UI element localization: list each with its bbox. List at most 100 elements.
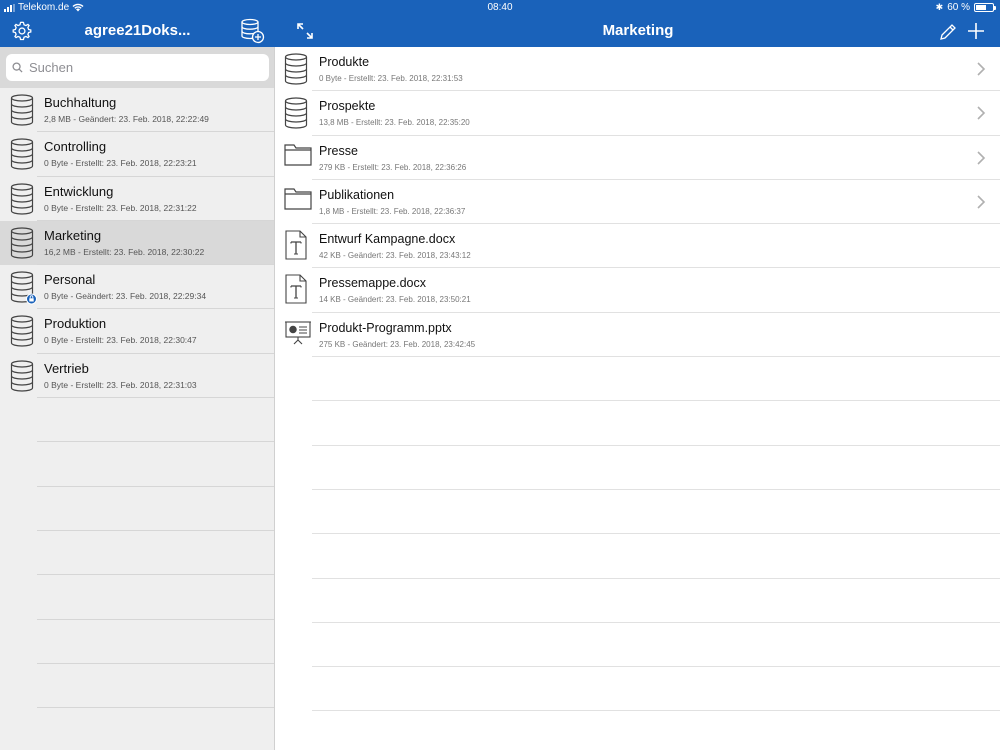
database-name: Controlling [44, 139, 107, 155]
battery-icon [974, 3, 996, 12]
add-database-button[interactable] [239, 18, 265, 44]
database-list: Buchhaltung 2,8 MB - Geändert: 23. Feb. 2… [0, 88, 274, 399]
plus-icon [968, 23, 984, 39]
item-name: Produkt-Programm.pptx [319, 320, 452, 335]
status-time: 08:40 [487, 2, 513, 13]
item-meta: 275 KB - Geändert: 23. Feb. 2018, 23:42:… [319, 339, 476, 349]
database-name: Buchhaltung [44, 95, 117, 110]
page-title: Marketing [602, 22, 674, 39]
edit-button[interactable] [938, 22, 958, 42]
empty-row [312, 534, 1000, 579]
item-meta: 279 KB - Erstellt: 23. Feb. 2018, 22:36:… [319, 162, 467, 172]
item-row[interactable]: Presse 279 KB - Erstellt: 23. Feb. 2018, … [284, 136, 1000, 180]
database-meta: 16,2 MB - Erstellt: 23. Feb. 2018, 22:30… [44, 246, 205, 257]
status-right: ✱ 60 % [935, 2, 996, 13]
bluetooth-icon: ✱ [935, 2, 944, 12]
empty-row [312, 446, 1000, 490]
database-meta: 0 Byte - Erstellt: 23. Feb. 2018, 22:31:… [44, 202, 197, 213]
database-meta: 0 Byte - Erstellt: 23. Feb. 2018, 22:31:… [44, 379, 197, 390]
empty-row [312, 579, 1000, 623]
item-name: Produkte [319, 55, 370, 69]
database-icon [10, 138, 34, 170]
database-row[interactable]: Personal 0 Byte - Geändert: 23. Feb. 2018… [0, 265, 274, 310]
database-icon [10, 360, 34, 392]
empty-row [312, 623, 1000, 668]
folder-icon [284, 186, 312, 218]
add-button[interactable] [966, 21, 986, 41]
item-row[interactable]: Produkte 0 Byte - Erstellt: 23. Feb. 2018… [284, 47, 1000, 92]
search-icon [12, 62, 23, 73]
empty-row [312, 667, 1000, 712]
empty-row [312, 490, 1000, 535]
item-row[interactable]: Entwurf Kampagne.docx 42 KB - Geändert: 2… [285, 224, 1000, 269]
text-document-icon [284, 274, 310, 306]
database-meta: 2,8 MB - Geändert: 23. Feb. 2018, 22:22:… [44, 114, 209, 124]
item-meta: 14 KB - Geändert: 23. Feb. 2018, 23:50:2… [319, 295, 471, 305]
database-icon [284, 97, 310, 129]
database-locked-icon [10, 271, 37, 305]
left-header-title: agree21Doks... [84, 22, 191, 39]
database-icon [10, 227, 34, 259]
item-meta: 42 KB - Geändert: 23. Feb. 2018, 23:43:1… [319, 251, 471, 261]
chevron-right-icon [976, 194, 986, 210]
database-name: Marketing [44, 227, 102, 243]
pencil-icon [940, 24, 956, 40]
database-icon [10, 182, 34, 215]
chevron-right-icon [976, 61, 986, 77]
database-icon [284, 53, 310, 85]
item-meta: 1,8 MB - Erstellt: 23. Feb. 2018, 22:36:… [319, 206, 466, 216]
empty-row [37, 487, 274, 531]
item-name: Prospekte [319, 99, 376, 114]
status-bar: Telekom.de 08:40 ✱ 60 % [0, 0, 1000, 14]
item-name: Entwurf Kampagne.docx [319, 232, 456, 247]
search-field[interactable] [6, 54, 269, 81]
database-row[interactable]: Marketing 16,2 MB - Erstellt: 23. Feb. 20… [0, 220, 274, 266]
settings-button[interactable] [10, 19, 34, 43]
top-bar: Telekom.de 08:40 ✱ 60 % agree21Doks... M… [0, 0, 1000, 47]
empty-row [37, 575, 274, 620]
item-row[interactable]: Publikationen 1,8 MB - Erstellt: 23. Feb.… [284, 180, 1000, 225]
item-list-empty-rows [276, 357, 1000, 712]
database-sidebar: Buchhaltung 2,8 MB - Geändert: 23. Feb. 2… [0, 47, 275, 750]
gear-icon [12, 21, 32, 41]
empty-row [37, 620, 274, 664]
database-icon [10, 94, 34, 126]
chevron-right-icon [976, 105, 986, 121]
database-meta: 0 Byte - Geändert: 23. Feb. 2018, 22:29:… [44, 291, 207, 302]
database-row[interactable]: Entwicklung 0 Byte - Erstellt: 23. Feb. 2… [0, 177, 274, 222]
empty-row [37, 442, 274, 487]
item-row[interactable]: Prospekte 13,8 MB - Erstellt: 23. Feb. 20… [284, 91, 1000, 136]
database-row[interactable]: Produktion 0 Byte - Erstellt: 23. Feb. 20… [0, 309, 274, 355]
item-name: Presse [319, 143, 358, 158]
text-document-icon [284, 230, 310, 262]
database-name: Entwicklung [44, 183, 114, 199]
battery-percent: 60 % [947, 2, 970, 13]
database-row[interactable]: Controlling 0 Byte - Erstellt: 23. Feb. 2… [0, 132, 274, 177]
item-list: Produkte 0 Byte - Erstellt: 23. Feb. 2018… [276, 47, 1000, 358]
search-bar [0, 47, 274, 88]
database-icon [10, 315, 34, 348]
empty-row [37, 531, 274, 576]
item-meta: 0 Byte - Erstellt: 23. Feb. 2018, 22:31:… [319, 74, 463, 83]
empty-row [37, 664, 274, 709]
database-meta: 0 Byte - Erstellt: 23. Feb. 2018, 22:30:… [44, 335, 197, 346]
battery-fill [976, 5, 986, 10]
database-row[interactable]: Buchhaltung 2,8 MB - Geändert: 23. Feb. 2… [0, 88, 274, 133]
item-name: Publikationen [319, 187, 395, 202]
database-meta: 0 Byte - Erstellt: 23. Feb. 2018, 22:23:… [44, 158, 197, 169]
database-name: Produktion [44, 316, 107, 332]
item-row[interactable]: Produkt-Programm.pptx 275 KB - Geändert: … [285, 313, 1000, 358]
presentation-icon [284, 319, 311, 351]
item-meta: 13,8 MB - Erstellt: 23. Feb. 2018, 22:35… [319, 118, 470, 128]
chevron-right-icon [976, 150, 986, 166]
database-name: Personal [44, 272, 96, 288]
content-list: Produkte 0 Byte - Erstellt: 23. Feb. 2018… [276, 47, 1000, 750]
search-input[interactable] [29, 60, 249, 75]
item-row[interactable]: Pressemappe.docx 14 KB - Geändert: 23. Fe… [285, 268, 1000, 313]
database-add-icon [241, 18, 265, 44]
database-name: Vertrieb [44, 360, 89, 376]
database-row[interactable]: Vertrieb 0 Byte - Erstellt: 23. Feb. 2018… [0, 354, 274, 399]
empty-row [37, 708, 274, 750]
empty-row [312, 401, 1000, 446]
item-name: Pressemappe.docx [319, 276, 427, 291]
